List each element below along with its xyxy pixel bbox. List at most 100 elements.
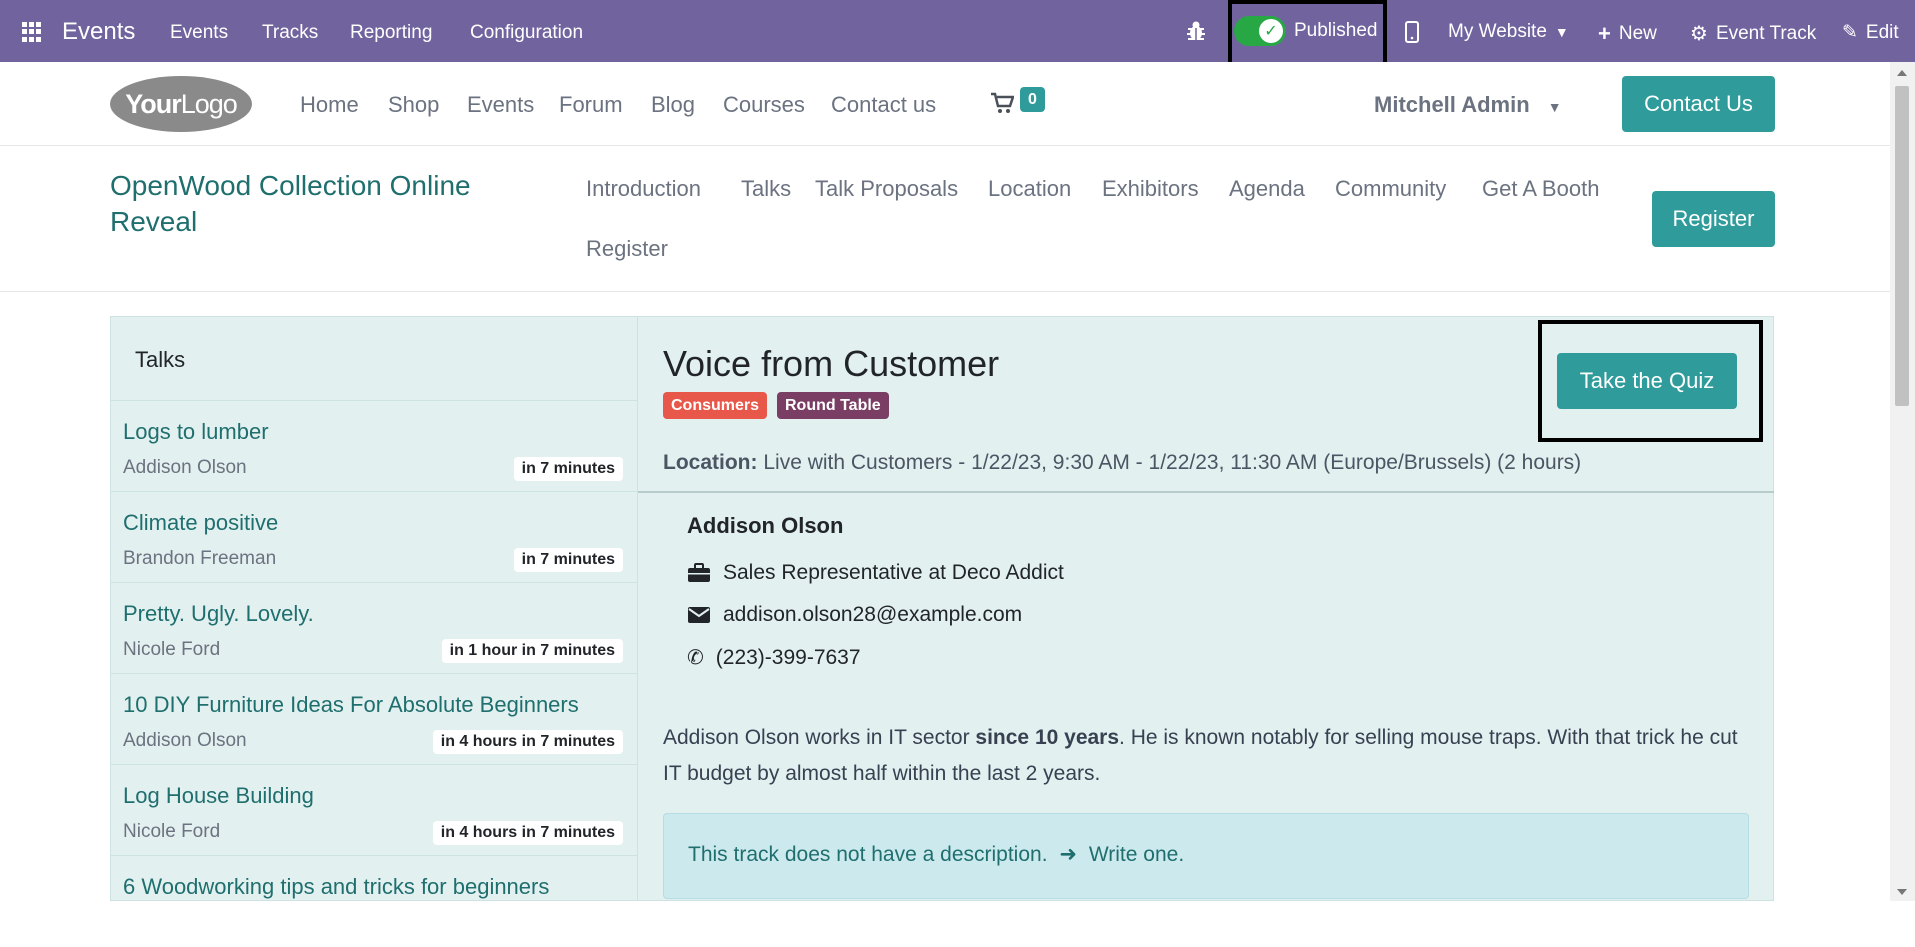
register-button[interactable]: Register bbox=[1652, 191, 1775, 247]
app-title[interactable]: Events bbox=[62, 18, 135, 46]
logo-bold: Your bbox=[125, 88, 181, 119]
edit-label: Edit bbox=[1865, 21, 1899, 43]
nav-blog[interactable]: Blog bbox=[651, 92, 695, 118]
no-description-text: This track does not have a description. bbox=[688, 843, 1048, 866]
nav-courses[interactable]: Courses bbox=[723, 92, 805, 118]
caret-down-icon: ▼ bbox=[1547, 99, 1562, 115]
talk-time-badge: in 7 minutes bbox=[513, 457, 623, 481]
talk-item[interactable]: 10 DIY Furniture Ideas For Absolute Begi… bbox=[111, 674, 637, 765]
write-one-link[interactable]: Write one. bbox=[1089, 843, 1184, 866]
event-nav-exhibitors[interactable]: Exhibitors bbox=[1102, 176, 1199, 202]
talk-speaker: Brandon Freeman bbox=[123, 548, 277, 569]
website-label: My Website bbox=[1448, 21, 1547, 42]
cart-count-badge: 0 bbox=[1020, 87, 1045, 112]
nav-contact-us[interactable]: Contact us bbox=[831, 92, 936, 118]
sidebar-heading: Talks bbox=[111, 317, 637, 401]
location-label: Location: bbox=[663, 451, 758, 474]
contact-us-button[interactable]: Contact Us bbox=[1622, 76, 1775, 132]
menu-tracks[interactable]: Tracks bbox=[262, 22, 318, 44]
gear-icon: ⚙ bbox=[1690, 23, 1708, 45]
speaker-email-row: addison.olson28@example.com bbox=[687, 603, 1022, 627]
nav-shop[interactable]: Shop bbox=[388, 92, 439, 118]
talk-title[interactable]: Pretty. Ugly. Lovely. bbox=[123, 601, 625, 627]
speaker-function: Sales Representative at Deco Addict bbox=[723, 561, 1064, 584]
speaker-bio: Addison Olson works in IT sector since 1… bbox=[663, 720, 1743, 792]
highlight-quiz bbox=[1538, 320, 1763, 442]
event-nav-agenda[interactable]: Agenda bbox=[1229, 176, 1305, 202]
new-button[interactable]: + New bbox=[1598, 21, 1657, 47]
event-nav-register[interactable]: Register bbox=[586, 236, 668, 262]
talk-speaker: Nicole Ford bbox=[123, 639, 221, 660]
talk-item[interactable]: Pretty. Ugly. Lovely. Nicole Ford in 1 h… bbox=[111, 583, 637, 674]
speaker-phone-row: ✆ (223)-399-7637 bbox=[687, 645, 861, 670]
talk-title[interactable]: Climate positive bbox=[123, 510, 625, 536]
talk-title[interactable]: 6 Woodworking tips and tricks for beginn… bbox=[123, 874, 625, 900]
menu-events[interactable]: Events bbox=[170, 22, 228, 44]
event-header: OpenWood Collection Online Reveal Introd… bbox=[0, 146, 1890, 292]
talk-speaker: Addison Olson bbox=[123, 730, 247, 751]
briefcase-icon bbox=[688, 563, 710, 582]
website-switcher[interactable]: My Website ▼ bbox=[1448, 21, 1569, 43]
arrow-right-icon: ➜ bbox=[1059, 843, 1077, 866]
pencil-icon: ✎ bbox=[1842, 22, 1858, 43]
caret-down-icon: ▼ bbox=[1554, 24, 1569, 40]
talk-item[interactable]: Log House Building Nicole Ford in 4 hour… bbox=[111, 765, 637, 856]
no-description-alert: This track does not have a description. … bbox=[663, 813, 1749, 899]
new-label: New bbox=[1618, 23, 1657, 44]
talk-time-badge: in 4 hours in 7 minutes bbox=[432, 730, 623, 754]
speaker-phone[interactable]: (223)-399-7637 bbox=[716, 646, 861, 670]
talk-heading: Voice from Customer bbox=[663, 343, 1000, 384]
tag-round-table: Round Table bbox=[777, 392, 889, 419]
admin-topbar: Events Events Tracks Reporting Configura… bbox=[0, 0, 1915, 62]
talk-time-badge: in 1 hour in 7 minutes bbox=[441, 639, 623, 663]
cart-icon[interactable] bbox=[990, 92, 1015, 120]
menu-reporting[interactable]: Reporting bbox=[350, 22, 432, 44]
menu-configuration[interactable]: Configuration bbox=[470, 22, 583, 44]
nav-events[interactable]: Events bbox=[467, 92, 534, 118]
phone-icon: ✆ bbox=[687, 647, 704, 669]
talk-title[interactable]: 10 DIY Furniture Ideas For Absolute Begi… bbox=[123, 692, 625, 718]
talks-sidebar: Talks Logs to lumber Addison Olson in 7 … bbox=[110, 316, 638, 901]
event-track-button[interactable]: ⚙ Event Track bbox=[1690, 21, 1816, 46]
envelope-icon bbox=[688, 607, 710, 623]
speaker-name: Addison Olson bbox=[687, 513, 844, 538]
location-value: Live with Customers - 1/22/23, 9:30 AM -… bbox=[763, 451, 1582, 474]
page-scrollbar[interactable] bbox=[1890, 62, 1915, 901]
talk-item[interactable]: Logs to lumber Addison Olson in 7 minute… bbox=[111, 401, 637, 492]
debug-bug-icon[interactable] bbox=[1186, 20, 1206, 42]
user-name: Mitchell Admin bbox=[1374, 92, 1530, 117]
nav-home[interactable]: Home bbox=[300, 92, 359, 118]
talk-item[interactable]: 6 Woodworking tips and tricks for beginn… bbox=[111, 856, 637, 947]
scroll-up-icon[interactable] bbox=[1897, 70, 1907, 76]
event-nav-get-a-booth[interactable]: Get A Booth bbox=[1482, 176, 1599, 202]
talk-time-badge: in 7 minutes bbox=[513, 548, 623, 572]
scroll-thumb[interactable] bbox=[1895, 86, 1909, 406]
event-title[interactable]: OpenWood Collection Online Reveal bbox=[110, 168, 530, 240]
speaker-email[interactable]: addison.olson28@example.com bbox=[723, 603, 1022, 627]
event-nav-introduction[interactable]: Introduction bbox=[586, 176, 701, 202]
event-nav-talk-proposals[interactable]: Talk Proposals bbox=[815, 176, 958, 202]
talk-time-badge: in 4 hours in 7 minutes bbox=[432, 821, 623, 845]
main-area: Talks Logs to lumber Addison Olson in 7 … bbox=[0, 292, 1890, 901]
mobile-icon bbox=[1405, 21, 1419, 43]
scroll-down-icon[interactable] bbox=[1897, 889, 1907, 895]
website-header: Your Logo Home Shop Events Forum Blog Cou… bbox=[0, 62, 1890, 146]
talk-title[interactable]: Log House Building bbox=[123, 783, 625, 809]
apps-grid-icon[interactable] bbox=[22, 22, 42, 42]
mobile-preview-button[interactable] bbox=[1405, 21, 1419, 43]
talk-title[interactable]: Logs to lumber bbox=[123, 419, 625, 445]
talk-item[interactable]: Climate positive Brandon Freeman in 7 mi… bbox=[111, 492, 637, 583]
edit-button[interactable]: ✎ Edit bbox=[1842, 21, 1899, 44]
nav-forum[interactable]: Forum bbox=[559, 92, 623, 118]
event-track-label: Event Track bbox=[1715, 22, 1817, 44]
divider bbox=[638, 491, 1774, 493]
talk-location: Location: Live with Customers - 1/22/23,… bbox=[663, 451, 1581, 475]
event-nav-talks[interactable]: Talks bbox=[741, 176, 791, 202]
bio-bold: since 10 years bbox=[975, 726, 1120, 749]
talk-speaker: Nicole Ford bbox=[123, 821, 221, 842]
user-menu[interactable]: Mitchell Admin ▼ bbox=[1374, 92, 1562, 118]
event-nav-community[interactable]: Community bbox=[1335, 176, 1446, 202]
talk-speaker: Addison Olson bbox=[123, 457, 247, 478]
site-logo[interactable]: Your Logo bbox=[110, 76, 252, 132]
event-nav-location[interactable]: Location bbox=[988, 176, 1071, 202]
